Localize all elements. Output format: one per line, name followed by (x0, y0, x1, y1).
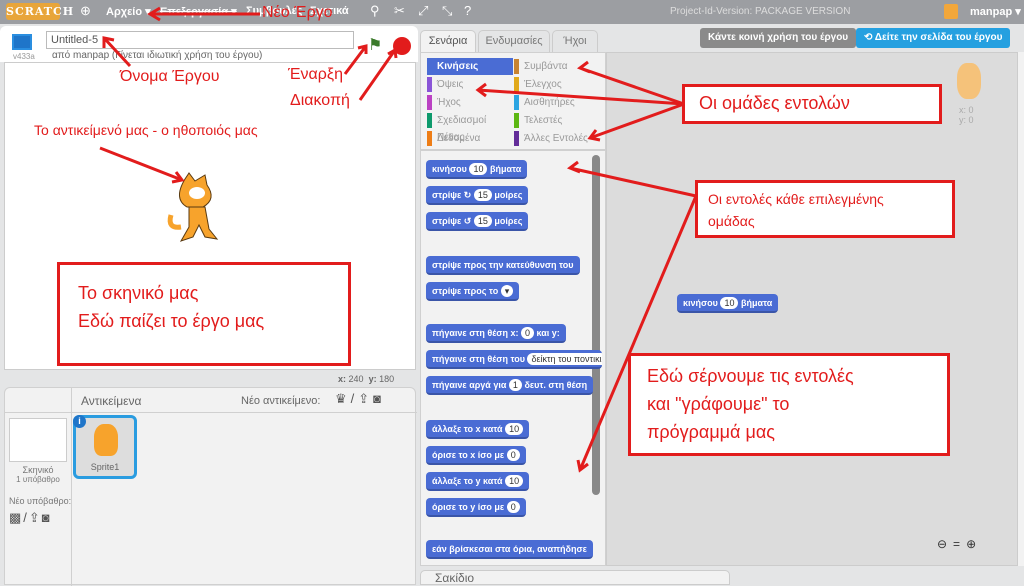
annotation-commands-box: Οι εντολές κάθε επιλεγμένης ομάδας (695, 180, 955, 238)
annotation-stage-box: Το σκηνικό μας Εδώ παίζει το έργο μας (57, 262, 351, 366)
annotation-new-project: Νέο Έργο (262, 4, 333, 21)
annotation-start: Έναρξη (288, 66, 343, 83)
annotation-project-name: Όνομα Έργου (120, 68, 220, 85)
annotation-script-box: Εδώ σέρνουμε τις εντολές και "γράφουμε" τ… (628, 353, 950, 456)
annotation-sprite: Το αντικείμενό μας - ο ηθοποιός μας (34, 122, 258, 138)
annotation-groups-box: Οι ομάδες εντολών (682, 84, 942, 124)
annotation-stop: Διακοπή (290, 92, 350, 109)
